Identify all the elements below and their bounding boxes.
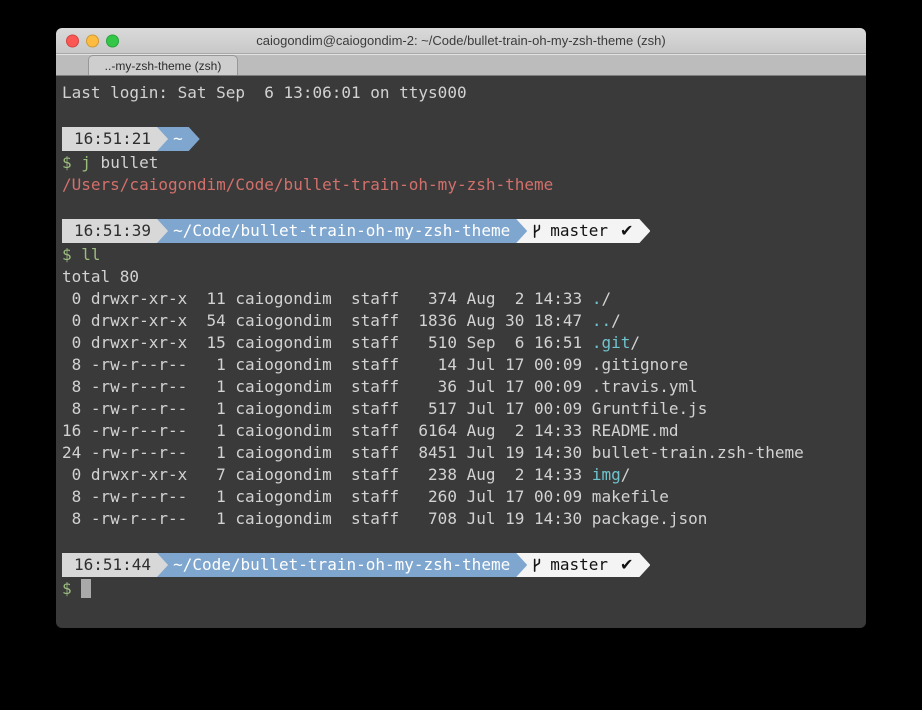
terminal-text: $ [62, 579, 72, 598]
prompt-git-segment: master ✔ [516, 219, 650, 243]
terminal-text [72, 153, 82, 172]
tab-label: ..-my-zsh-theme (zsh) [105, 59, 222, 73]
terminal-text: $ [62, 245, 72, 264]
terminal-line: 0 drwxr-xr-x 15 caiogondim staff 510 Sep… [62, 332, 866, 354]
window-title: caiogondim@caiogondim-2: ~/Code/bullet-t… [256, 33, 666, 48]
window-titlebar[interactable]: caiogondim@caiogondim-2: ~/Code/bullet-t… [56, 28, 866, 54]
git-branch-icon [531, 224, 543, 239]
terminal-text: . [592, 289, 602, 308]
terminal-text: j [81, 153, 91, 172]
git-branch-name: master [550, 554, 608, 576]
terminal-text: 16 -rw-r--r-- 1 caiogondim staff 6164 Au… [62, 421, 679, 440]
prompt-time-segment: 16:51:21 [62, 127, 168, 151]
terminal-blank-line [62, 104, 866, 126]
git-clean-check-icon: ✔ [620, 554, 633, 576]
terminal-line: $ j bullet [62, 152, 866, 174]
terminal-text: / [601, 289, 611, 308]
terminal-line: /Users/caiogondim/Code/bullet-train-oh-m… [62, 174, 866, 196]
terminal-content[interactable]: Last login: Sat Sep 6 13:06:01 on ttys00… [56, 76, 866, 628]
prompt-path-segment: ~/Code/bullet-train-oh-my-zsh-theme [157, 553, 527, 577]
git-clean-check-icon: ✔ [620, 220, 633, 242]
terminal-text: / [611, 311, 621, 330]
terminal-text: /Users/caiogondim/Code/bullet-train-oh-m… [62, 175, 553, 194]
traffic-lights [66, 34, 119, 47]
tab-bar: ..-my-zsh-theme (zsh) [56, 54, 866, 76]
git-branch-icon [531, 558, 543, 573]
terminal-text: / [621, 465, 631, 484]
terminal-text: 8 -rw-r--r-- 1 caiogondim staff 517 Jul … [62, 399, 707, 418]
terminal-cursor [81, 579, 91, 598]
terminal-text: / [630, 333, 640, 352]
terminal-line: 8 -rw-r--r-- 1 caiogondim staff 517 Jul … [62, 398, 866, 420]
prompt-path-segment: ~/Code/bullet-train-oh-my-zsh-theme [157, 219, 527, 243]
prompt-line: 16:51:21~ [62, 126, 866, 152]
terminal-line: 8 -rw-r--r-- 1 caiogondim staff 36 Jul 1… [62, 376, 866, 398]
terminal-text: 0 drwxr-xr-x 15 caiogondim staff 510 Sep… [62, 333, 592, 352]
desktop: caiogondim@caiogondim-2: ~/Code/bullet-t… [0, 0, 922, 710]
terminal-line: 8 -rw-r--r-- 1 caiogondim staff 708 Jul … [62, 508, 866, 530]
terminal-line: $ ll [62, 244, 866, 266]
terminal-line: 16 -rw-r--r-- 1 caiogondim staff 6164 Au… [62, 420, 866, 442]
terminal-line: total 80 [62, 266, 866, 288]
terminal-line: 0 drwxr-xr-x 11 caiogondim staff 374 Aug… [62, 288, 866, 310]
prompt-line: 16:51:39~/Code/bullet-train-oh-my-zsh-th… [62, 218, 866, 244]
terminal-text: 0 drwxr-xr-x 54 caiogondim staff 1836 Au… [62, 311, 592, 330]
close-button[interactable] [66, 34, 79, 47]
minimize-button[interactable] [86, 34, 99, 47]
terminal-line: 8 -rw-r--r-- 1 caiogondim staff 14 Jul 1… [62, 354, 866, 376]
zoom-button[interactable] [106, 34, 119, 47]
terminal-text: img [592, 465, 621, 484]
tab-my-zsh-theme[interactable]: ..-my-zsh-theme (zsh) [88, 55, 238, 75]
terminal-text: 0 drwxr-xr-x 11 caiogondim staff 374 Aug… [62, 289, 592, 308]
terminal-text: Last login: Sat Sep 6 13:06:01 on ttys00… [62, 83, 467, 102]
prompt-time-segment: 16:51:44 [62, 553, 168, 577]
terminal-text: 8 -rw-r--r-- 1 caiogondim staff 36 Jul 1… [62, 377, 698, 396]
terminal-text: 8 -rw-r--r-- 1 caiogondim staff 260 Jul … [62, 487, 669, 506]
prompt-time-segment: 16:51:39 [62, 219, 168, 243]
terminal-line: 24 -rw-r--r-- 1 caiogondim staff 8451 Ju… [62, 442, 866, 464]
terminal-text: $ [62, 153, 72, 172]
prompt-git-segment: master ✔ [516, 553, 650, 577]
terminal-text: 8 -rw-r--r-- 1 caiogondim staff 14 Jul 1… [62, 355, 688, 374]
terminal-line: 0 drwxr-xr-x 7 caiogondim staff 238 Aug … [62, 464, 866, 486]
terminal-text: 0 drwxr-xr-x 7 caiogondim staff 238 Aug … [62, 465, 592, 484]
terminal-blank-line [62, 196, 866, 218]
git-branch-name: master [550, 220, 608, 242]
terminal-text: bullet [91, 153, 158, 172]
terminal-text: 24 -rw-r--r-- 1 caiogondim staff 8451 Ju… [62, 443, 804, 462]
terminal-window: caiogondim@caiogondim-2: ~/Code/bullet-t… [56, 28, 866, 628]
terminal-blank-line [62, 530, 866, 552]
terminal-text: 8 -rw-r--r-- 1 caiogondim staff 708 Jul … [62, 509, 707, 528]
terminal-text [72, 245, 82, 264]
terminal-text: ll [81, 245, 100, 264]
terminal-text: .. [592, 311, 611, 330]
terminal-line: 8 -rw-r--r-- 1 caiogondim staff 260 Jul … [62, 486, 866, 508]
prompt-line: 16:51:44~/Code/bullet-train-oh-my-zsh-th… [62, 552, 866, 578]
terminal-line: 0 drwxr-xr-x 54 caiogondim staff 1836 Au… [62, 310, 866, 332]
terminal-text: total 80 [62, 267, 139, 286]
terminal-text: .git [592, 333, 631, 352]
terminal-line: Last login: Sat Sep 6 13:06:01 on ttys00… [62, 82, 866, 104]
command-line: $ [62, 578, 866, 600]
